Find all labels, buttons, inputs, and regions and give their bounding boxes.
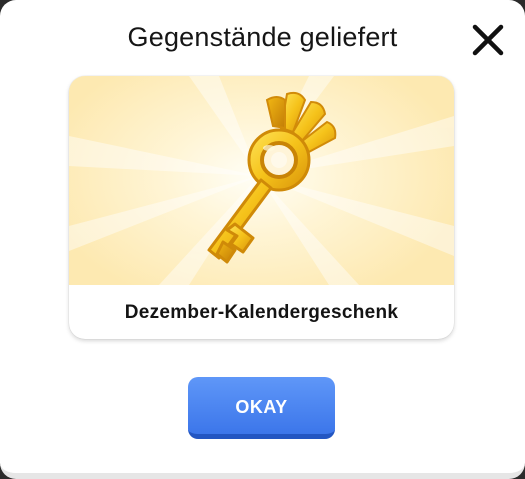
dialog-title: Gegenstände geliefert: [127, 22, 398, 52]
reward-artwork: [69, 76, 454, 285]
golden-key-icon: [207, 91, 337, 264]
close-icon[interactable]: [470, 22, 506, 58]
items-delivered-dialog: Gegenstände geliefert Dezember-Kalenderg…: [0, 0, 525, 479]
okay-button[interactable]: OKAY: [188, 377, 335, 439]
reward-card: Dezember-Kalendergeschenk: [69, 76, 454, 339]
reward-label: Dezember-Kalendergeschenk: [124, 302, 399, 323]
close-button[interactable]: [470, 22, 506, 58]
